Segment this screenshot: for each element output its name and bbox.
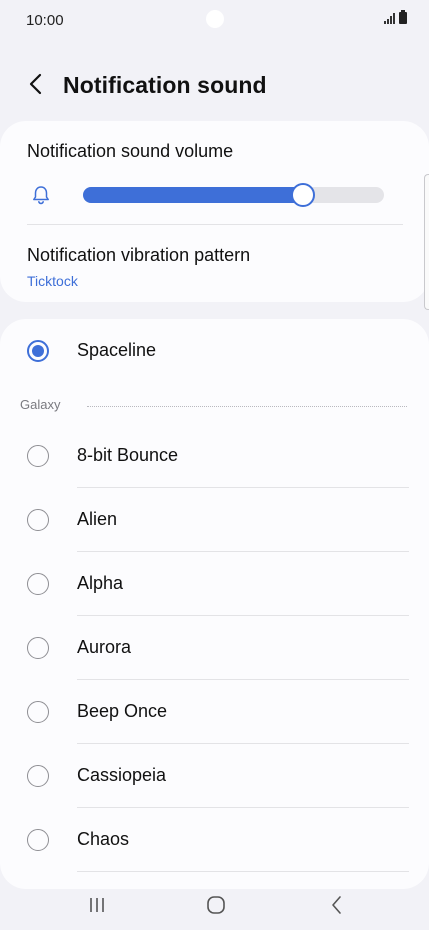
navigation-bar (0, 880, 429, 930)
radio-button[interactable] (27, 573, 49, 595)
radio-button[interactable] (27, 637, 49, 659)
slider-fill (83, 187, 303, 203)
radio-button-checked[interactable] (27, 340, 49, 362)
radio-button[interactable] (27, 829, 49, 851)
radio-button[interactable] (27, 765, 49, 787)
bell-icon (33, 186, 49, 205)
back-icon (332, 896, 341, 914)
sound-option[interactable]: Aurora (0, 616, 429, 680)
dotted-divider (87, 406, 407, 407)
recents-button[interactable] (67, 880, 127, 930)
group-header: Galaxy (0, 394, 429, 418)
group-label: Galaxy (20, 397, 61, 412)
sound-list-card: Spaceline Galaxy 8-bit Bounce Alien Alph… (0, 319, 429, 889)
signal-icon (384, 12, 395, 24)
radio-button[interactable] (27, 701, 49, 723)
sound-label: Spaceline (77, 340, 157, 360)
home-icon (207, 896, 225, 914)
vibration-pattern-item[interactable]: Notification vibration pattern Ticktock (0, 225, 429, 302)
back-button[interactable] (20, 66, 52, 102)
camera-cutout (206, 10, 224, 28)
radio-button[interactable] (27, 509, 49, 531)
sound-option[interactable]: Cassiopeia (0, 744, 429, 808)
slider-thumb[interactable] (290, 183, 315, 207)
status-bar: 10:00 (0, 0, 429, 42)
sound-option[interactable]: Beep Once (0, 680, 429, 744)
sound-option[interactable]: Alpha (0, 552, 429, 616)
sound-label: Cassiopeia (77, 765, 167, 785)
battery-icon (399, 10, 407, 24)
edge-panel-handle[interactable] (424, 174, 429, 310)
app-header: Notification sound (0, 60, 429, 110)
status-icons (384, 10, 407, 24)
home-button[interactable] (186, 880, 246, 930)
settings-card: Notification sound volume Notification v… (0, 121, 429, 302)
sound-label: 8-bit Bounce (77, 445, 179, 465)
sound-label: Chaos (77, 829, 130, 849)
volume-slider[interactable] (83, 183, 384, 207)
sound-option[interactable]: 8-bit Bounce (0, 424, 429, 488)
sound-label: Aurora (77, 637, 132, 657)
sound-option[interactable]: Alien (0, 488, 429, 552)
sound-option-selected[interactable]: Spaceline (0, 319, 429, 383)
volume-label: Notification sound volume (27, 141, 234, 161)
sound-option[interactable]: Chaos (0, 808, 429, 872)
vibration-value: Ticktock (27, 273, 78, 289)
vibration-label: Notification vibration pattern (27, 245, 251, 265)
radio-button[interactable] (27, 445, 49, 467)
sound-label: Alpha (77, 573, 124, 593)
chevron-left-icon (29, 73, 42, 95)
sound-label: Beep Once (77, 701, 168, 721)
status-time: 10:00 (26, 12, 64, 29)
page-title: Notification sound (63, 72, 267, 98)
recent-apps-icon (90, 898, 104, 912)
nav-back-button[interactable] (307, 880, 367, 930)
divider (77, 871, 409, 872)
sound-label: Alien (77, 509, 118, 529)
